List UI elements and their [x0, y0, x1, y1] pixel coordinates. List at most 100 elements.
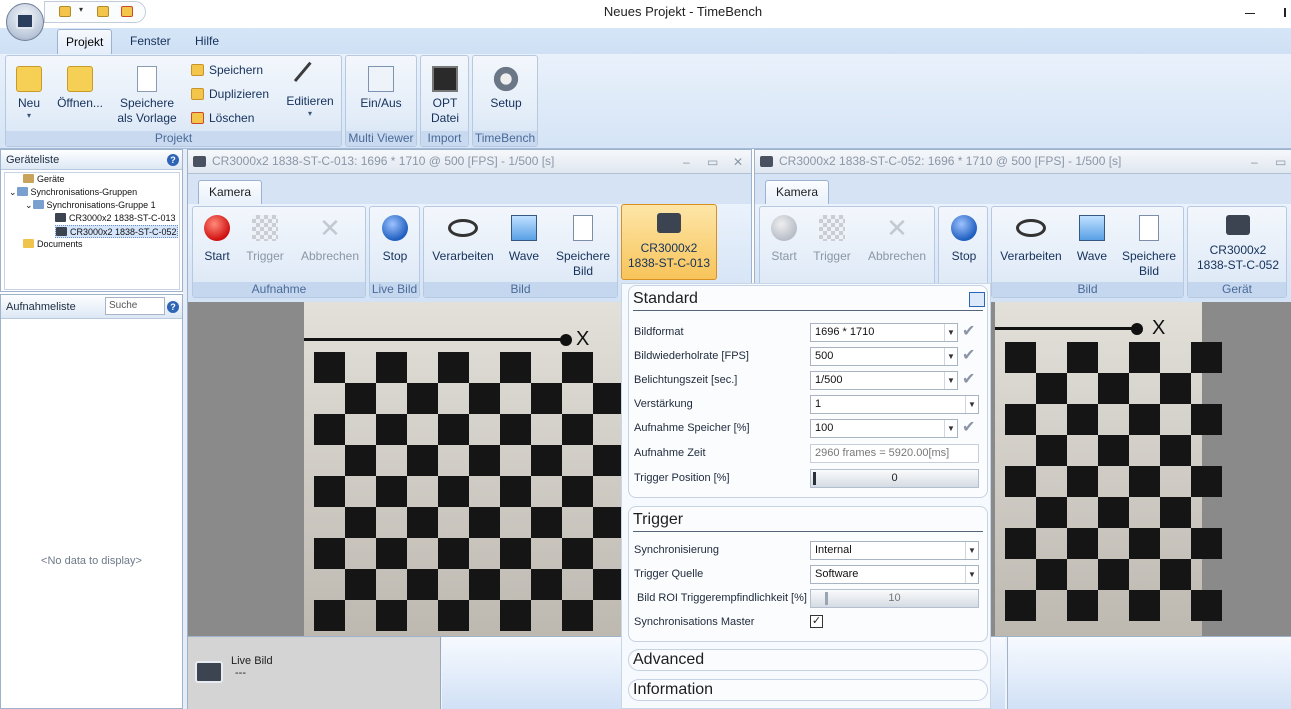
close-icon[interactable]: ✕ — [733, 151, 743, 173]
pin-icon[interactable] — [969, 292, 985, 307]
row-bild-roi: Bild ROI Triggerempfindlichkeit [%] 10 — [634, 588, 984, 610]
maximize-icon[interactable]: ▭ — [1275, 151, 1286, 173]
editieren-button[interactable]: Editieren ▾ — [282, 61, 338, 118]
opt-datei-button[interactable]: OPT Datei — [423, 66, 467, 126]
apply-check-icon[interactable]: ✔ — [962, 348, 979, 365]
checker-square — [500, 538, 531, 569]
apply-check-icon[interactable]: ✔ — [962, 420, 979, 437]
slider-thumb[interactable] — [813, 472, 816, 485]
camera-device-button-013[interactable]: CR3000x2 1838-ST-C-013 — [621, 204, 717, 280]
fps-select[interactable]: 500 ▼ — [810, 347, 958, 366]
loeschen-button[interactable]: Löschen — [191, 109, 254, 127]
row-belichtungszeit: Belichtungszeit [sec.] 1/500 ▼ ✔ — [634, 370, 984, 392]
row-trigger-position: Trigger Position [%] 0 — [634, 468, 984, 490]
speichere-label-1: Speichere — [555, 249, 611, 263]
chevron-down-icon: ▾ — [307, 109, 312, 118]
verarbeiten-button[interactable]: Verarbeiten — [430, 215, 496, 264]
tree-item-camera-052[interactable]: CR3000x2 1838-ST-C-052 — [55, 225, 178, 238]
checker-square — [1129, 342, 1160, 373]
verstaerkung-select[interactable]: 1 ▼ — [810, 395, 979, 414]
apply-check-icon[interactable]: ✔ — [962, 324, 979, 341]
aufnahme-speicher-select[interactable]: 100 ▼ — [810, 419, 958, 438]
app-menu-button[interactable] — [6, 3, 44, 41]
trigger-quelle-select[interactable]: Software ▼ — [810, 565, 979, 584]
expand-arrow-icon[interactable]: ⌄ — [25, 200, 33, 210]
bildformat-select[interactable]: 1696 * 1710 ▼ — [810, 323, 958, 342]
setup-button[interactable]: Setup — [479, 66, 533, 111]
row-sync-master: Synchronisations Master ✓ — [634, 612, 984, 634]
apply-check-icon[interactable]: ✔ — [962, 372, 979, 389]
checker-square — [1005, 342, 1036, 373]
eye-icon — [448, 219, 478, 237]
einaus-button[interactable]: Ein/Aus — [352, 66, 410, 111]
speichere-label-2: Bild — [1138, 264, 1159, 278]
section-title-standard[interactable]: Standard — [633, 290, 698, 308]
start-button[interactable]: Start — [199, 215, 235, 264]
section-title-trigger[interactable]: Trigger — [633, 511, 683, 529]
verarbeiten-button[interactable]: Verarbeiten — [998, 215, 1064, 264]
oeffnen-button[interactable]: Öffnen... — [54, 66, 106, 111]
speichere-vorlage-button[interactable]: Speichere als Vorlage — [114, 66, 180, 126]
stop-button[interactable]: Stop — [945, 215, 983, 264]
wave-button[interactable]: Wave — [1072, 215, 1112, 264]
duplizieren-button[interactable]: Duplizieren — [191, 85, 269, 103]
qat-new-icon[interactable] — [59, 6, 71, 17]
stop-button[interactable]: Stop — [376, 215, 414, 264]
qat-dropdown-icon[interactable]: ▾ — [79, 5, 83, 14]
tree-item-documents[interactable]: Documents — [23, 238, 83, 251]
minimize-icon[interactable]: – — [1251, 151, 1258, 173]
checker-square — [1160, 435, 1191, 466]
abbrechen-button[interactable]: ✕ Abbrechen — [297, 215, 363, 264]
qat-open-icon[interactable] — [97, 6, 109, 17]
trigger-position-slider[interactable]: 0 — [810, 469, 979, 488]
group-title-livebild: Live Bild — [370, 282, 419, 297]
tree-item-sync-gruppen[interactable]: ⌄ Synchronisations-Gruppen — [9, 186, 137, 199]
tab-kamera[interactable]: Kamera — [198, 180, 263, 205]
checker-square — [562, 600, 593, 631]
tab-fenster[interactable]: Fenster — [122, 29, 179, 54]
checker-square — [1098, 373, 1129, 404]
geraeteliste-title: Geräteliste — [6, 154, 60, 166]
trigger-button[interactable]: Trigger — [810, 215, 854, 264]
belichtungszeit-select[interactable]: 1/500 ▼ — [810, 371, 958, 390]
neu-button[interactable]: Neu ▾ — [10, 66, 48, 120]
abbrechen-button[interactable]: ✕ Abbrechen — [864, 215, 930, 264]
tree-item-camera-013[interactable]: CR3000x2 1838-ST-C-013 — [55, 212, 176, 225]
checker-square — [314, 538, 345, 569]
checker-square — [345, 507, 376, 538]
help-icon[interactable]: ? — [167, 301, 179, 313]
speichern-button[interactable]: Speichern — [191, 61, 263, 79]
speichere-bild-button[interactable]: Speichere Bild — [1116, 215, 1182, 279]
checker-square — [407, 383, 438, 414]
trigger-button[interactable]: Trigger — [243, 215, 287, 264]
camera-icon — [1226, 215, 1250, 235]
checker-square — [500, 600, 531, 631]
qat-delete-icon[interactable] — [121, 6, 133, 17]
section-advanced[interactable]: Advanced — [628, 649, 988, 671]
tree-item-geraete[interactable]: Geräte — [23, 173, 65, 186]
camera-serial: 1838-ST-C-052 — [1196, 258, 1280, 272]
tree-item-sync-gruppe-1[interactable]: ⌄ Synchronisations-Gruppe 1 — [25, 199, 156, 212]
section-information[interactable]: Information — [628, 679, 988, 701]
bild-roi-slider[interactable]: 10 — [810, 589, 979, 608]
start-button[interactable]: Start — [766, 215, 802, 264]
minimize-icon[interactable]: – — [683, 151, 690, 173]
tab-kamera[interactable]: Kamera — [765, 180, 830, 205]
sync-master-checkbox[interactable]: ✓ — [810, 615, 823, 628]
slider-thumb[interactable] — [825, 592, 828, 605]
timeline-area[interactable] — [1007, 637, 1291, 709]
help-icon[interactable]: ? — [167, 154, 179, 166]
search-input[interactable]: Suche — [105, 297, 165, 315]
tab-projekt[interactable]: Projekt — [57, 29, 113, 54]
sync-group-icon — [32, 200, 44, 209]
camera-device-button-052[interactable]: CR3000x2 1838-ST-C-052 — [1190, 215, 1286, 273]
expand-arrow-icon[interactable]: ⌄ — [9, 187, 17, 197]
speichere-bild-button[interactable]: Speichere Bild — [550, 215, 616, 279]
maximize-button[interactable] — [1284, 8, 1286, 17]
tab-hilfe[interactable]: Hilfe — [187, 29, 227, 54]
x-axis-label: X — [1152, 317, 1166, 339]
maximize-icon[interactable]: ▭ — [707, 151, 718, 173]
synchronisierung-select[interactable]: Internal ▼ — [810, 541, 979, 560]
wave-button[interactable]: Wave — [504, 215, 544, 264]
minimize-button[interactable] — [1245, 13, 1255, 14]
